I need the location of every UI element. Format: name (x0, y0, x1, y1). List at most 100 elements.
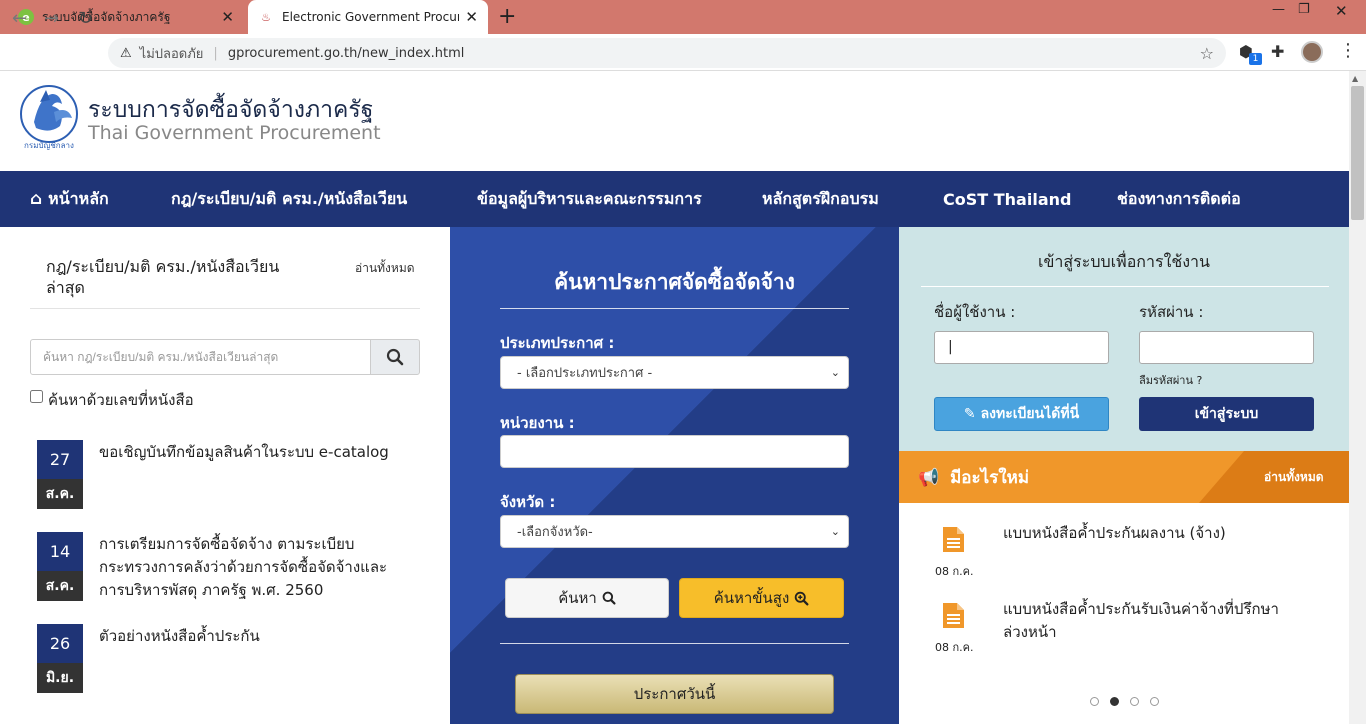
menu-kebab-icon[interactable]: ⋮ (1339, 40, 1357, 61)
search-button[interactable]: ค้นหา (505, 578, 669, 618)
regulation-item-link[interactable]: ขอเชิญบันทึกข้อมูลสินค้าในระบบ e-catalog (99, 441, 419, 464)
back-icon[interactable]: ← (12, 8, 27, 29)
divider: | (213, 45, 218, 61)
new-tab-button[interactable]: + (498, 4, 516, 29)
chevron-down-icon: ⌄ (830, 525, 840, 538)
close-tab-icon[interactable]: ✕ (465, 8, 478, 26)
password-label: รหัสผ่าน : (1139, 303, 1204, 321)
login-title: เข้าสู่ระบบเพื่อการใช้งาน (1038, 252, 1210, 271)
agency-input[interactable] (500, 435, 849, 468)
divider (500, 643, 849, 644)
search-icon (602, 591, 616, 605)
forgot-password-link[interactable]: ลืมรหัสผ่าน ? (1139, 371, 1202, 389)
news-date: 08 ก.ค. (935, 641, 974, 654)
whats-new-title-group: 📢 มีอะไรใหม่ (918, 464, 1029, 491)
nav-home[interactable]: ⌂ หน้าหลัก (30, 171, 109, 227)
edit-icon: ✎ (963, 406, 976, 422)
zoom-in-icon (795, 591, 809, 605)
date-month: ส.ค. (37, 571, 83, 601)
chevron-down-icon: ⌄ (830, 366, 840, 379)
date-day: 26 (37, 624, 83, 663)
procurement-search-panel (450, 227, 899, 724)
window-close-icon[interactable]: ✕ (1335, 2, 1348, 20)
regulations-search-button[interactable] (370, 339, 420, 375)
nav-executives[interactable]: ข้อมูลผู้บริหารและคณะกรรมการ (477, 171, 702, 227)
tab-title: Electronic Government Procurem (282, 10, 460, 24)
site-title-english: Thai Government Procurement (88, 122, 381, 144)
forward-icon[interactable]: → (44, 8, 59, 29)
province-value: -เลือกจังหวัด- (517, 525, 593, 540)
regulation-item-link[interactable]: ตัวอย่างหนังสือค้ำประกัน (99, 625, 419, 648)
text-cursor: | (948, 339, 953, 355)
divider (30, 308, 420, 309)
search-icon (386, 348, 404, 366)
carousel-dot[interactable] (1090, 697, 1099, 706)
search-by-doc-number-checkbox[interactable] (30, 390, 43, 403)
carousel-dot[interactable] (1150, 697, 1159, 706)
divider (500, 308, 849, 309)
province-label: จังหวัด : (500, 493, 556, 511)
date-badge: 26 มิ.ย. (37, 624, 83, 693)
announcement-type-select[interactable]: - เลือกประเภทประกาศ - ⌄ (500, 356, 849, 389)
regulations-read-all-link[interactable]: อ่านทั้งหมด (355, 259, 415, 278)
date-month: มิ.ย. (37, 663, 83, 693)
username-input[interactable]: | (934, 331, 1109, 364)
close-tab-icon[interactable]: ✕ (221, 8, 234, 26)
seal-text: กรมบัญชีกลาง (24, 141, 74, 150)
security-label: ไม่ปลอดภัย (139, 46, 204, 62)
regulations-title: กฎ/ระเบียบ/มติ ครม./หนังสือเวียนล่าสุด (46, 257, 280, 297)
site-favicon-icon: ♨ (261, 10, 271, 24)
whats-new-title: มีอะไรใหม่ (950, 468, 1030, 488)
search-button-label: ค้นหา (558, 589, 597, 607)
carousel-dot-active[interactable] (1110, 697, 1119, 706)
province-select[interactable]: -เลือกจังหวัด- ⌄ (500, 515, 849, 548)
advanced-search-label: ค้นหาขั้นสูง (713, 589, 790, 607)
home-icon: ⌂ (30, 189, 43, 209)
minimize-icon[interactable]: — (1272, 2, 1285, 17)
nav-regulations[interactable]: กฎ/ระเบียบ/มติ ครม./หนังสือเวียน (171, 171, 407, 227)
news-date: 08 ก.ค. (935, 565, 974, 578)
extensions-puzzle-icon[interactable]: ✚ (1271, 42, 1284, 61)
tab-egp-active[interactable]: ♨ Electronic Government Procurem ✕ (248, 0, 488, 34)
regulation-item-link[interactable]: การเตรียมการจัดซื้อจัดจ้าง ตามระเบียบกระ… (99, 533, 411, 602)
scrollbar-thumb[interactable] (1351, 86, 1364, 220)
tab-title: ระบบจัดซื้อจัดจ้างภาครัฐ (42, 9, 171, 24)
register-button-label: ลงทะเบียนได้ที่นี่ (980, 406, 1080, 422)
agency-label: หน่วยงาน : (500, 414, 575, 432)
profile-avatar[interactable] (1301, 41, 1323, 63)
login-button[interactable]: เข้าสู่ระบบ (1139, 397, 1314, 431)
regulations-search-input[interactable] (30, 339, 372, 375)
comptroller-seal-logo[interactable]: กรมบัญชีกลาง (16, 82, 82, 152)
megaphone-icon: 📢 (918, 468, 940, 488)
announcement-type-label: ประเภทประกาศ : (500, 334, 615, 352)
register-button[interactable]: ✎ ลงทะเบียนได้ที่นี่ (934, 397, 1109, 431)
date-month: ส.ค. (37, 479, 83, 509)
document-icon (943, 527, 964, 552)
scroll-up-icon[interactable]: ▲ (1352, 74, 1358, 83)
whats-new-item-link[interactable]: แบบหนังสือค้ำประกันผลงาน (จ้าง) (1003, 522, 1293, 545)
nav-contact[interactable]: ช่องทางการติดต่อ (1117, 171, 1241, 227)
date-badge: 27 ส.ค. (37, 440, 83, 509)
today-announcements-button[interactable]: ประกาศวันนี้ (515, 674, 834, 714)
announcement-type-value: - เลือกประเภทประกาศ - (517, 366, 653, 381)
whats-new-item-link[interactable]: แบบหนังสือค้ำประกันรับเงินค่าจ้างที่ปรึก… (1003, 598, 1288, 644)
username-label: ชื่อผู้ใช้งาน : (934, 303, 1016, 321)
carousel-dot[interactable] (1130, 697, 1139, 706)
extension-badge: 1 (1249, 53, 1262, 65)
whats-new-read-all-link[interactable]: อ่านทั้งหมด (1264, 468, 1324, 487)
search-by-doc-number-label[interactable]: ค้นหาด้วยเลขที่หนังสือ (48, 388, 194, 412)
advanced-search-button[interactable]: ค้นหาขั้นสูง (679, 578, 844, 618)
date-day: 14 (37, 532, 83, 571)
reload-icon[interactable]: ↻ (78, 8, 93, 29)
bookmark-star-icon[interactable]: ☆ (1200, 44, 1214, 63)
document-icon (943, 603, 964, 628)
nav-cost-thailand[interactable]: CoST Thailand (943, 171, 1071, 227)
divider (921, 286, 1329, 287)
nav-home-label: หน้าหลัก (48, 188, 109, 208)
password-input[interactable] (1139, 331, 1314, 364)
restore-icon[interactable]: ❐ (1298, 2, 1310, 17)
date-day: 27 (37, 440, 83, 479)
search-panel-title: ค้นหาประกาศจัดซื้อจัดจ้าง (554, 270, 795, 294)
nav-training[interactable]: หลักสูตรฝึกอบรม (762, 171, 879, 227)
url-text: gprocurement.go.th/new_index.html (227, 45, 465, 61)
